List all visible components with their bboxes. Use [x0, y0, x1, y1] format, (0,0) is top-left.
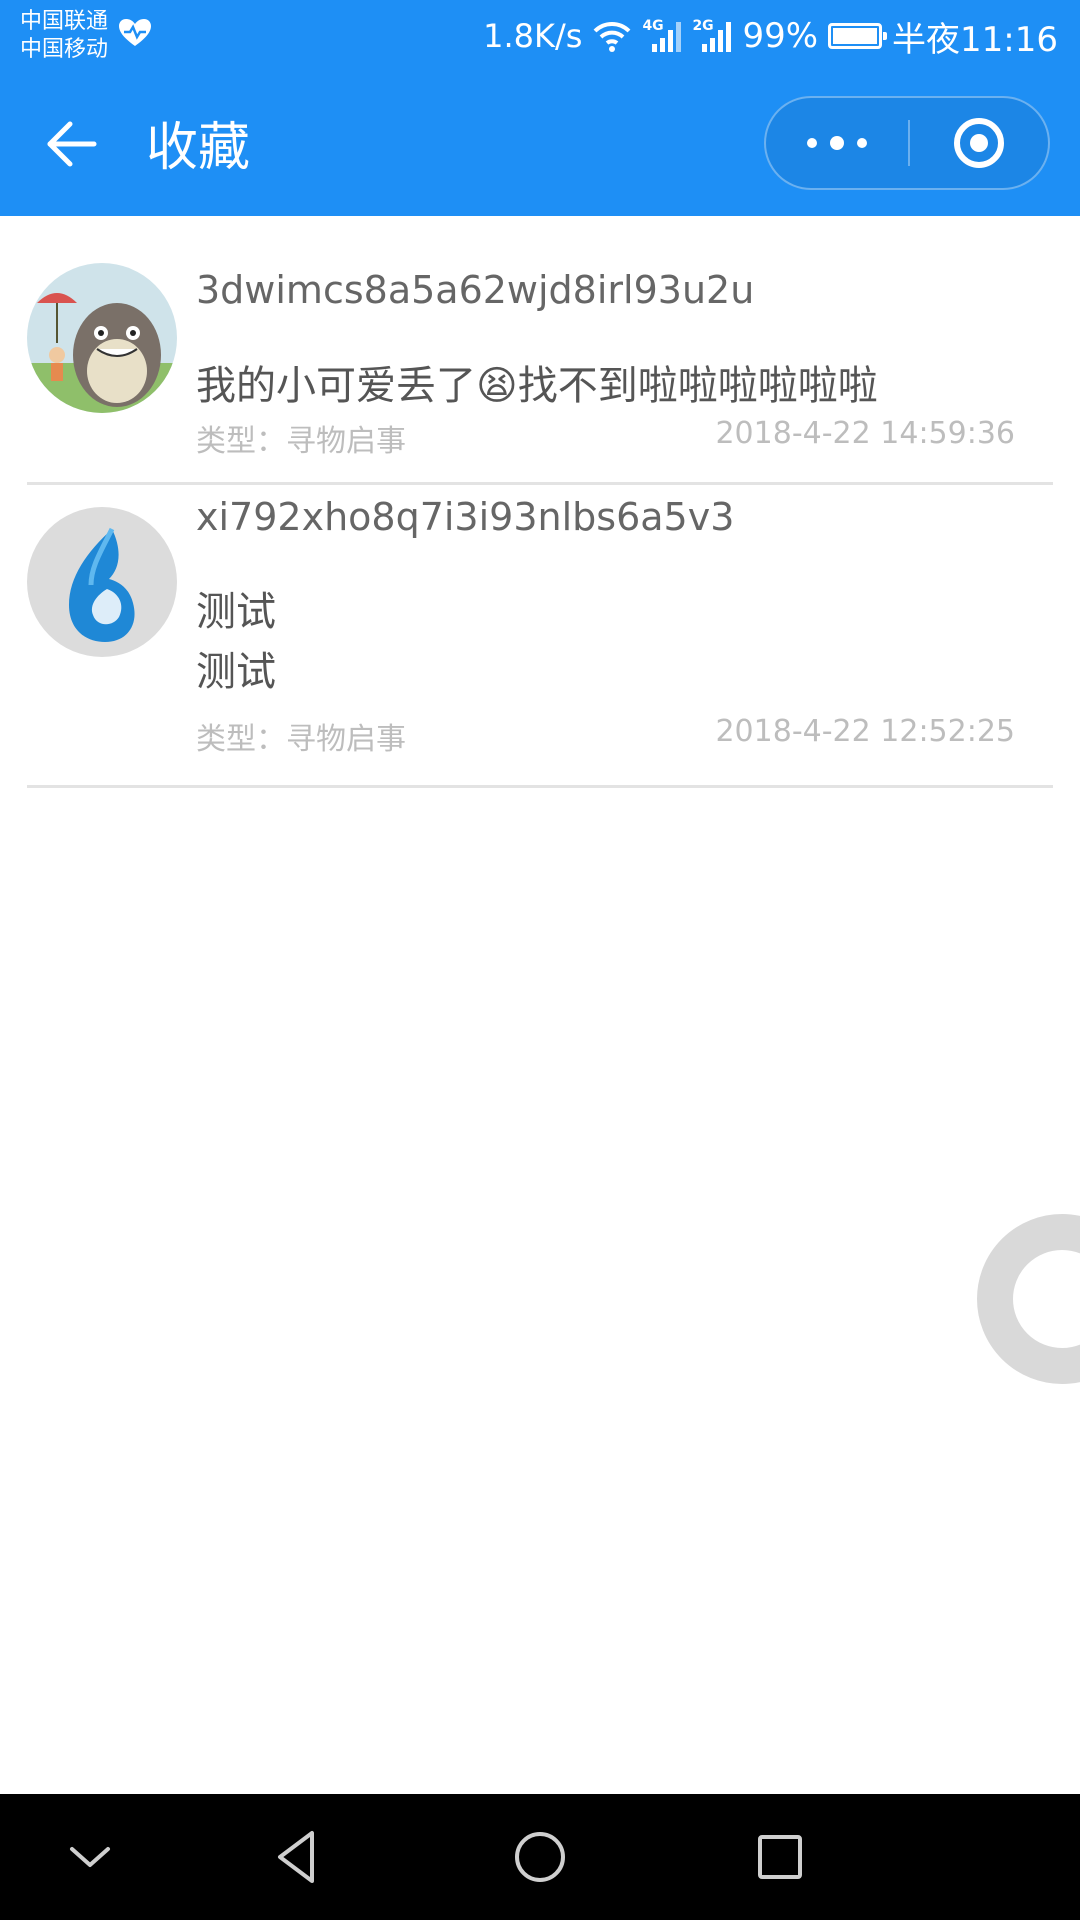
clock: 半夜11:16	[892, 19, 1058, 60]
item-type-value: 寻物启事	[286, 722, 406, 757]
back-triangle-icon[interactable]	[268, 1825, 332, 1889]
floating-ball-icon[interactable]	[977, 1214, 1080, 1384]
carrier-1: 中国联通	[20, 9, 109, 34]
battery-icon	[828, 23, 888, 49]
status-bar: 中国联通 中国移动 1.8K/s 4G 2G 99% 半夜11:16	[0, 0, 1080, 76]
user-avatar	[27, 263, 177, 413]
list-item[interactable]: xi792xho8q7i3i93nlbs6a5v3 测试 测试 类型：寻物启事 …	[0, 486, 1080, 789]
item-content-line-1: 测试	[196, 589, 276, 635]
list-item[interactable]: 3dwimcs8a5a62wjd8irl93u2u 我的小可爱丢了😫找不到啦啦啦…	[0, 216, 1080, 486]
item-type: 类型：寻物启事	[196, 416, 406, 460]
signal-2: 2G	[692, 18, 732, 54]
favorites-list: 3dwimcs8a5a62wjd8irl93u2u 我的小可爱丢了😫找不到啦啦啦…	[0, 216, 1080, 789]
back-arrow-icon[interactable]	[42, 114, 102, 174]
item-time: 2018-4-22 14:59:36	[715, 416, 1015, 451]
status-right: 1.8K/s 4G 2G 99% 半夜11:16	[483, 14, 1058, 60]
battery-percent: 99%	[742, 16, 819, 56]
heart-health-icon	[119, 19, 151, 46]
carriers: 中国联通 中国移动	[20, 8, 108, 64]
carrier-2: 中国移动	[20, 37, 109, 62]
item-content-line-2: 测试	[196, 649, 276, 695]
more-dots-icon[interactable]	[766, 98, 908, 188]
totoro-avatar	[27, 263, 177, 413]
signal-1: 4G	[642, 18, 682, 54]
item-type-label: 类型：	[196, 424, 286, 459]
screen: 中国联通 中国移动 1.8K/s 4G 2G 99% 半夜11:16 收藏 3d…	[0, 0, 1080, 1920]
item-username: 3dwimcs8a5a62wjd8irl93u2u	[196, 268, 755, 312]
item-type: 类型：寻物启事	[196, 714, 406, 758]
user-avatar	[27, 507, 177, 657]
separator	[27, 785, 1053, 788]
nav-bar: 收藏	[0, 76, 1080, 216]
item-username: xi792xho8q7i3i93nlbs6a5v3	[196, 495, 735, 539]
separator	[27, 482, 1053, 485]
signal-icon	[652, 22, 682, 52]
item-content: 我的小可爱丢了😫找不到啦啦啦啦啦啦	[196, 363, 878, 409]
page-title: 收藏	[146, 118, 251, 178]
blue-drop-avatar	[27, 507, 177, 657]
home-circle-icon[interactable]	[508, 1825, 572, 1889]
net-speed: 1.8K/s	[483, 17, 583, 55]
target-icon[interactable]	[910, 98, 1048, 188]
mini-program-capsule	[764, 96, 1050, 190]
item-type-label: 类型：	[196, 722, 286, 757]
recents-square-icon[interactable]	[748, 1825, 812, 1889]
battery-fill	[833, 28, 878, 44]
item-time: 2018-4-22 12:52:25	[715, 714, 1015, 749]
collapse-icon[interactable]	[58, 1825, 122, 1889]
item-type-value: 寻物启事	[286, 424, 406, 459]
signal-icon-2	[702, 22, 732, 52]
android-nav-bar	[0, 1794, 1080, 1920]
wifi-icon	[594, 21, 631, 52]
